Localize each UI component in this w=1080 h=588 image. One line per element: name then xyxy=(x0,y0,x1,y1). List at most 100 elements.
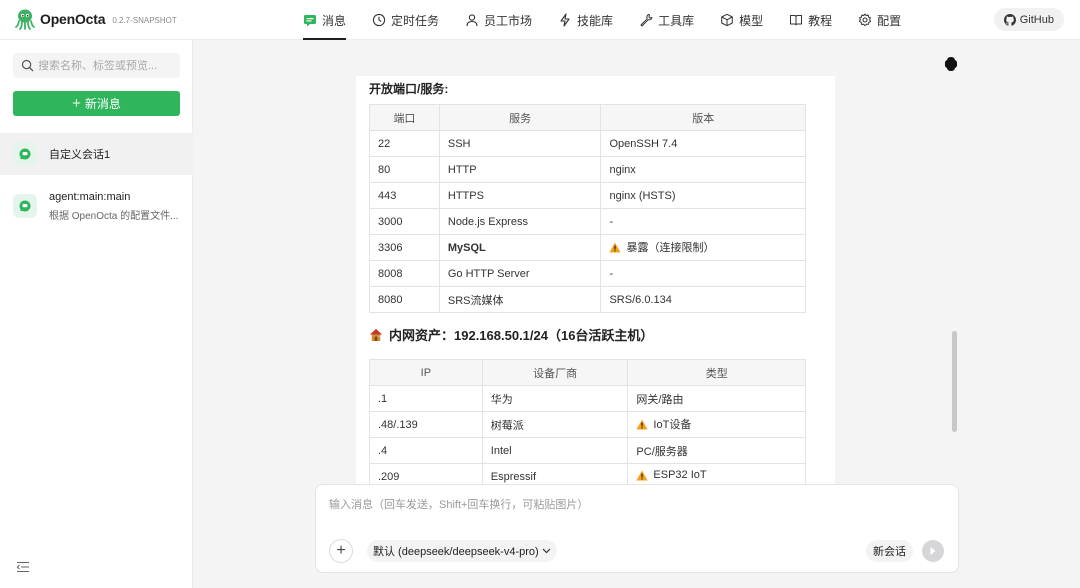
message-input[interactable] xyxy=(329,496,929,520)
table-header-cell: 版本 xyxy=(600,104,806,131)
version-cell: 暴露（连接限制） xyxy=(600,234,806,261)
table-header-cell: 服务 xyxy=(438,104,602,131)
github-label: GitHub xyxy=(1019,13,1054,26)
attach-button[interactable]: + xyxy=(329,539,353,563)
model-select[interactable]: 默认 (deepseek/deepseek-v4-pro) xyxy=(367,540,557,562)
nav-label: 员工市场 xyxy=(484,13,533,28)
port-cell: 443 xyxy=(369,182,440,209)
table-row: .48/.139 树莓派 IoT设备 xyxy=(369,411,806,438)
nav-label: 模型 xyxy=(739,13,764,28)
nav-item-employee-market[interactable]: 员工市场 xyxy=(452,0,545,40)
nav-item-scheduled-tasks[interactable]: 定时任务 xyxy=(359,0,452,40)
type-text: ESP32 IoT xyxy=(653,469,707,482)
plus-icon: + xyxy=(336,542,346,559)
chat-bubble-icon xyxy=(13,142,37,166)
house-icon xyxy=(370,328,382,341)
table-row: 8080 SRS流媒体 SRS/6.0.134 xyxy=(369,286,806,313)
nav-label: 教程 xyxy=(808,13,833,28)
table-header-row: IP 设备厂商 类型 xyxy=(369,359,806,386)
conversation-item[interactable]: agent:main:main 根据 OpenOcta 的配置文件... xyxy=(0,185,193,227)
main-nav: 消息 定时任务 员工市场 技能库 工具库 模型 教程 配置 xyxy=(290,0,914,40)
version-cell: SRS/6.0.134 xyxy=(600,286,806,313)
lan-assets-title: 内网资产：192.168.50.1/24（16台活跃主机） xyxy=(389,328,654,343)
nav-item-messages[interactable]: 消息 xyxy=(290,0,359,40)
nav-label: 技能库 xyxy=(577,13,614,28)
nav-item-tutorials[interactable]: 教程 xyxy=(776,0,845,40)
search-icon xyxy=(21,59,34,72)
service-cell: SSH xyxy=(438,130,602,157)
assistant-avatar-icon xyxy=(944,56,958,75)
table-row: 3000 Node.js Express - xyxy=(369,208,806,235)
version-cell: OpenSSH 7.4 xyxy=(600,130,806,157)
top-nav-bar: OpenOcta 0.2.7-SNAPSHOT 消息 定时任务 员工市场 技能库… xyxy=(0,0,1080,40)
version-cell: nginx (HSTS) xyxy=(600,182,806,209)
port-cell: 3000 xyxy=(369,208,440,235)
port-cell: 8080 xyxy=(369,286,440,313)
warning-icon xyxy=(609,242,622,253)
gear-icon xyxy=(858,13,872,27)
chat-main-area: 开放端口/服务: 端口 服务 版本 22 SSH OpenSSH 7.4 80 … xyxy=(193,40,1080,588)
assistant-message: 开放端口/服务: 端口 服务 版本 22 SSH OpenSSH 7.4 80 … xyxy=(356,76,835,518)
lan-assets-table: IP 设备厂商 类型 .1 华为 网关/路由 .48/.139 树莓派 IoT设… xyxy=(369,359,806,490)
collapse-sidebar-icon[interactable] xyxy=(16,561,30,576)
type-cell: 网关/路由 xyxy=(627,385,806,412)
ports-table: 端口 服务 版本 22 SSH OpenSSH 7.4 80 HTTP ngin… xyxy=(369,104,806,313)
nav-label: 工具库 xyxy=(658,13,695,28)
message-composer: + 默认 (deepseek/deepseek-v4-pro) 新会话 xyxy=(315,484,959,573)
version-cell: - xyxy=(600,260,806,287)
version-cell: - xyxy=(600,208,806,235)
ports-section-title: 开放端口/服务: xyxy=(369,82,449,96)
table-header-row: 端口 服务 版本 xyxy=(369,104,806,131)
clock-icon xyxy=(372,13,386,27)
new-chat-button[interactable]: 新会话 xyxy=(866,540,913,562)
wrench-icon xyxy=(639,13,653,27)
table-header-cell: 设备厂商 xyxy=(481,359,629,386)
nav-item-tools[interactable]: 工具库 xyxy=(626,0,707,40)
port-cell: 3306 xyxy=(369,234,440,261)
vendor-cell: Intel xyxy=(481,437,629,464)
new-message-label: 新消息 xyxy=(84,97,121,111)
table-row: 8008 Go HTTP Server - xyxy=(369,260,806,287)
nav-label: 定时任务 xyxy=(391,13,440,28)
model-select-value: 默认 (deepseek/deepseek-v4-pro) xyxy=(373,546,539,558)
port-cell: 22 xyxy=(369,130,440,157)
table-header-cell: 端口 xyxy=(369,104,440,131)
send-button[interactable] xyxy=(922,540,944,562)
conversation-item[interactable]: 自定义会话1 xyxy=(0,133,193,175)
warning-icon xyxy=(636,470,649,481)
port-cell: 80 xyxy=(369,156,440,183)
nav-item-models[interactable]: 模型 xyxy=(707,0,776,40)
app-logo[interactable]: OpenOcta 0.2.7-SNAPSHOT xyxy=(14,8,177,30)
chat-scrollbar[interactable] xyxy=(952,331,957,432)
new-message-button[interactable]: + 新消息 xyxy=(13,91,180,116)
nav-item-skills[interactable]: 技能库 xyxy=(545,0,626,40)
table-row: 80 HTTP nginx xyxy=(369,156,806,183)
nav-label: 配置 xyxy=(877,13,902,28)
conversation-title: agent:main:main xyxy=(49,190,131,203)
table-row: 22 SSH OpenSSH 7.4 xyxy=(369,130,806,157)
search-input[interactable] xyxy=(38,59,178,72)
github-button[interactable]: GitHub xyxy=(993,8,1064,31)
chat-icon xyxy=(303,13,317,27)
table-header-cell: IP xyxy=(369,359,483,386)
new-chat-label: 新会话 xyxy=(873,546,906,558)
plus-icon: + xyxy=(72,95,81,112)
warning-icon xyxy=(636,419,649,430)
chat-bubble-icon xyxy=(13,194,37,218)
type-cell: PC/服务器 xyxy=(627,437,806,464)
app-version: 0.2.7-SNAPSHOT xyxy=(112,15,177,25)
service-cell: MySQL xyxy=(438,234,602,261)
port-cell: 8008 xyxy=(369,260,440,287)
ip-cell: .4 xyxy=(369,437,483,464)
conversation-preview: 根据 OpenOcta 的配置文件... xyxy=(49,210,179,222)
bolt-icon xyxy=(558,13,572,27)
github-icon xyxy=(1003,13,1016,26)
ip-cell: .1 xyxy=(369,385,483,412)
version-cell: nginx xyxy=(600,156,806,183)
vendor-cell: 树莓派 xyxy=(481,411,629,438)
octopus-logo-icon xyxy=(14,8,36,30)
service-cell: Node.js Express xyxy=(438,208,602,235)
nav-item-settings[interactable]: 配置 xyxy=(845,0,914,40)
table-row: 3306 MySQL 暴露（连接限制） xyxy=(369,234,806,261)
table-header-cell: 类型 xyxy=(627,359,806,386)
